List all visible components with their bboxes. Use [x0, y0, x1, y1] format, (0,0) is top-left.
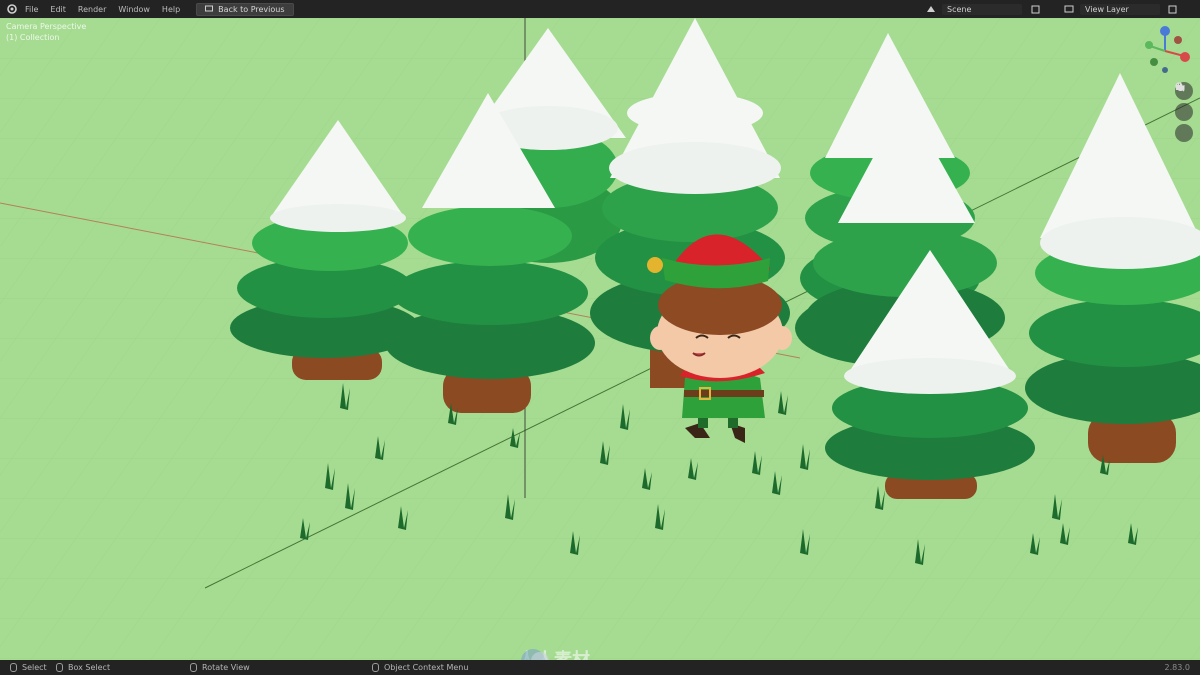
status-context-menu: Object Context Menu — [372, 663, 468, 672]
back-to-previous-label: Back to Previous — [218, 4, 285, 14]
hand-pan-icon[interactable] — [1175, 82, 1193, 121]
mouse-icon — [10, 663, 17, 672]
3d-viewport[interactable]: Camera Perspective (1) Collection — [0, 18, 1200, 660]
view-layer-selector[interactable]: View Layer — [1064, 0, 1160, 18]
watermark-logo: 人人素材 — [518, 646, 590, 660]
version-label: 2.83.0 — [1164, 663, 1190, 672]
camera-view-icon[interactable] — [1175, 85, 1193, 142]
menu-window[interactable]: Window — [118, 5, 150, 14]
view-mode-label: Camera Perspective — [6, 22, 87, 31]
scene-selector[interactable]: Scene — [926, 0, 1022, 18]
navigation-gizmo-icon[interactable] — [1138, 24, 1192, 78]
status-rotate-view: Rotate View — [190, 663, 250, 672]
scene-render — [0, 18, 1200, 660]
top-bar: File Edit Render Window Help Back to Pre… — [0, 0, 1200, 18]
status-box-select-label: Box Select — [68, 663, 111, 672]
menu-edit[interactable]: Edit — [50, 5, 66, 14]
watermark-logo-icon — [521, 649, 549, 660]
mouse-drag-icon — [190, 663, 197, 672]
back-to-previous-button[interactable]: Back to Previous — [196, 2, 294, 16]
scene-name-field[interactable]: Scene — [942, 3, 1022, 15]
mouse-right-icon — [372, 663, 379, 672]
mouse-middle-icon — [56, 663, 63, 672]
view-layer-icon — [1064, 4, 1074, 14]
status-rotate-label: Rotate View — [202, 663, 250, 672]
copy-icon[interactable] — [1030, 4, 1040, 14]
status-select-label: Select — [22, 663, 47, 672]
menu-file[interactable]: File — [25, 5, 38, 14]
collection-label: (1) Collection — [6, 33, 60, 42]
scene-icon — [926, 4, 936, 14]
status-select: Select — [10, 663, 47, 672]
scene-actions — [1030, 0, 1040, 18]
status-box-select: Box Select — [56, 663, 110, 672]
viewport-nav-buttons — [1175, 82, 1193, 142]
menu-help[interactable]: Help — [162, 5, 180, 14]
screen-icon — [205, 5, 214, 12]
status-context-label: Object Context Menu — [384, 663, 469, 672]
blender-logo-icon[interactable] — [5, 2, 19, 16]
menu-render[interactable]: Render — [78, 5, 106, 14]
copy-layer-icon[interactable] — [1167, 4, 1177, 14]
view-layer-field[interactable]: View Layer — [1080, 3, 1160, 15]
viewport-overlay-text: Camera Perspective (1) Collection — [6, 21, 86, 43]
status-bar: Select Box Select Rotate View Object Con… — [0, 660, 1200, 675]
view-layer-actions — [1167, 0, 1177, 18]
